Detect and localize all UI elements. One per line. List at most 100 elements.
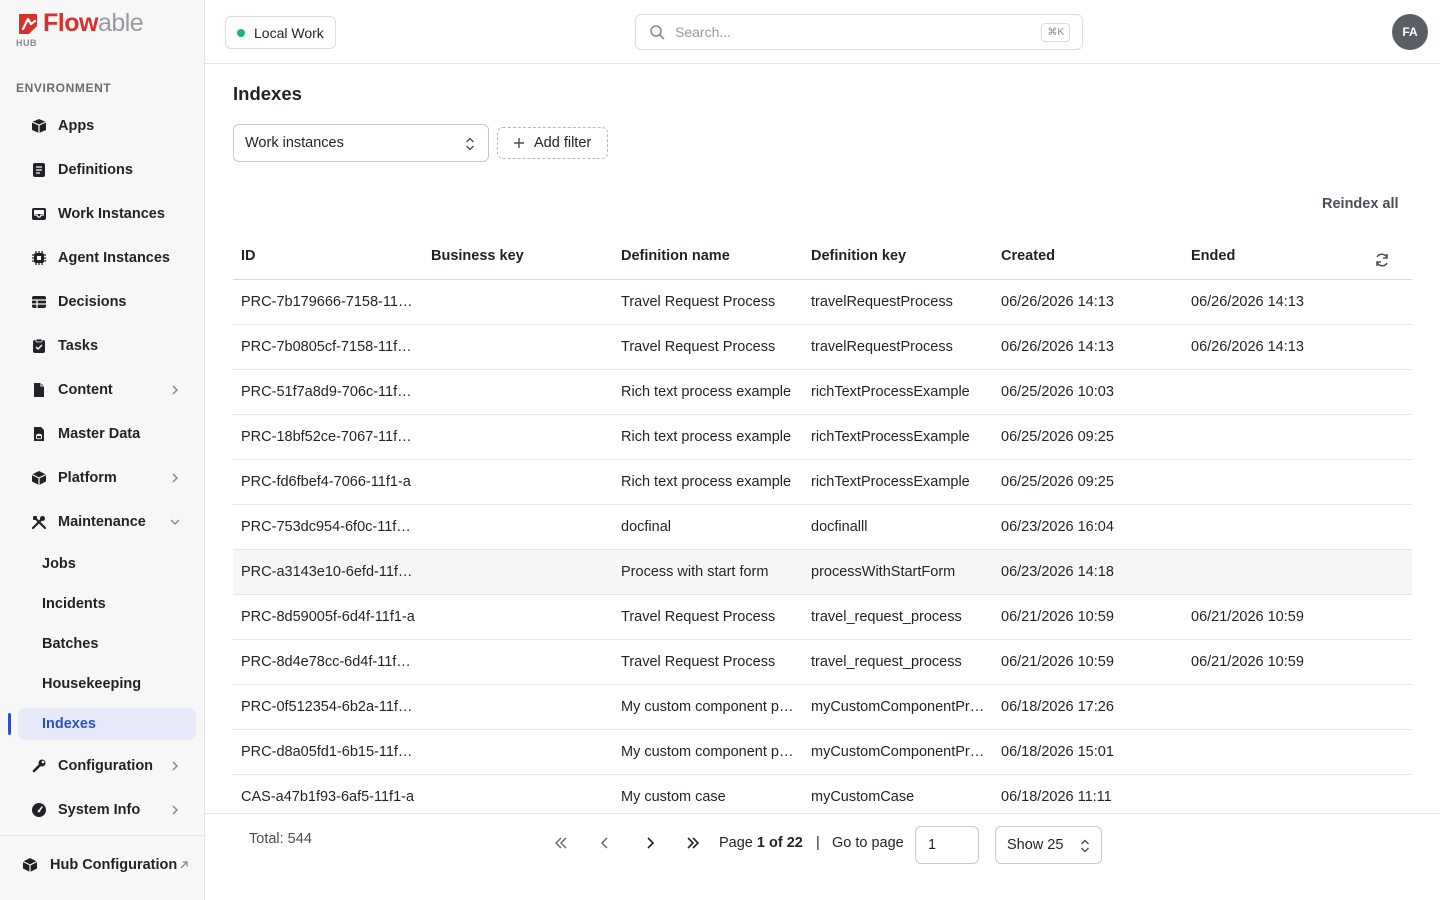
cell-definition-key: myCustomComponentProcess — [803, 729, 993, 775]
sidebar-subitem-label: Indexes — [42, 716, 96, 732]
database-doc-icon — [31, 426, 47, 442]
sidebar-item-label: Agent Instances — [58, 250, 170, 266]
table-row[interactable]: PRC-0f512354-6b2a-11f1-a My custom compon… — [233, 684, 1412, 730]
cell-business-key — [423, 549, 613, 595]
last-page-button[interactable] — [682, 833, 704, 853]
sidebar-item-configuration[interactable]: Configuration — [18, 749, 196, 783]
index-type-select[interactable]: Work instances — [233, 124, 489, 162]
table-row[interactable]: PRC-51f7a8d9-706c-11f1-a Rich text proces… — [233, 369, 1412, 415]
chevrons-right-icon — [687, 837, 700, 849]
sidebar-item-system-info[interactable]: System Info — [18, 793, 196, 827]
table-row[interactable]: PRC-fd6fbef4-7066-11f1-a Rich text proces… — [233, 459, 1412, 505]
environment-selector[interactable]: Local Work — [225, 16, 336, 49]
sidebar-subitem-jobs[interactable]: Jobs — [18, 548, 196, 580]
cell-created: 06/26/2026 14:13 — [993, 279, 1183, 325]
table-row[interactable]: PRC-d8a05fd1-6b15-11f1-a My custom compon… — [233, 729, 1412, 775]
table-row[interactable]: PRC-a3143e10-6efd-11f1-a Process with sta… — [233, 549, 1412, 595]
sidebar-subitem-indexes[interactable]: Indexes — [18, 708, 196, 740]
cell-business-key — [423, 774, 613, 813]
table-row[interactable]: CAS-a47b1f93-6af5-11f1-a My custom case my… — [233, 774, 1412, 813]
column-header-created[interactable]: Created — [993, 234, 1183, 280]
flowable-logo[interactable]: Flowable — [16, 10, 144, 36]
hub-configuration-link[interactable]: Hub Configuration — [8, 848, 198, 882]
cell-ended — [1183, 504, 1412, 550]
column-header-id[interactable]: ID — [233, 234, 423, 280]
cell-created: 06/26/2026 14:13 — [993, 324, 1183, 370]
first-page-button[interactable] — [550, 833, 572, 853]
cell-created: 06/18/2026 11:11 — [993, 774, 1183, 813]
cell-created: 06/18/2026 17:26 — [993, 684, 1183, 730]
table-row[interactable]: PRC-7b0805cf-7158-11f1-a Travel Request P… — [233, 324, 1412, 370]
search-input[interactable] — [675, 24, 1015, 40]
sidebar-subitem-label: Incidents — [42, 596, 106, 612]
cell-definition-key: myCustomCase — [803, 774, 993, 813]
cell-definition-name: Rich text process example — [613, 459, 803, 505]
table-row[interactable]: PRC-8d59005f-6d4f-11f1-a Travel Request P… — [233, 594, 1412, 640]
cell-business-key — [423, 504, 613, 550]
sidebar-item-platform[interactable]: Platform — [18, 461, 196, 495]
sidebar-item-label: System Info — [58, 802, 141, 818]
external-link-icon — [180, 861, 188, 869]
user-avatar[interactable]: FA — [1392, 14, 1428, 50]
cell-definition-key: travelRequestProcess — [803, 324, 993, 370]
cell-definition-name: Process with start form — [613, 549, 803, 595]
chip-icon — [31, 250, 47, 266]
sidebar-item-definitions[interactable]: Definitions — [18, 153, 196, 187]
top-bar: Local Work ⌘K FA — [205, 0, 1440, 64]
column-header-definition-name[interactable]: Definition name — [613, 234, 803, 280]
sidebar-item-content[interactable]: Content — [18, 373, 196, 407]
column-header-business-key[interactable]: Business key — [423, 234, 613, 280]
sidebar-divider — [0, 835, 204, 836]
sidebar-subitem-housekeeping[interactable]: Housekeeping — [18, 668, 196, 700]
table-row[interactable]: PRC-8d4e78cc-6d4f-11f1-a Travel Request P… — [233, 639, 1412, 685]
apps-icon — [31, 118, 47, 134]
cell-definition-name: Travel Request Process — [613, 639, 803, 685]
cell-definition-key: travel_request_process — [803, 639, 993, 685]
column-header-ended-label[interactable]: Ended — [1191, 248, 1235, 264]
sidebar-item-apps[interactable]: Apps — [18, 109, 196, 143]
cell-definition-name: My custom case — [613, 774, 803, 813]
cell-business-key — [423, 369, 613, 415]
cell-id: PRC-8d59005f-6d4f-11f1-a — [233, 594, 423, 640]
sidebar-item-label: Tasks — [58, 338, 99, 354]
global-search[interactable]: ⌘K — [635, 14, 1083, 50]
cell-id: PRC-7b179666-7158-11f1-a — [233, 279, 423, 325]
previous-page-button[interactable] — [594, 833, 616, 853]
sidebar-item-maintenance[interactable]: Maintenance — [18, 505, 196, 539]
column-header-definition-key[interactable]: Definition key — [803, 234, 993, 280]
cell-business-key — [423, 729, 613, 775]
page-current: 1 of 22 — [756, 835, 803, 851]
sidebar-item-label: Maintenance — [58, 514, 146, 530]
sidebar-item-work-instances[interactable]: Work Instances — [18, 197, 196, 231]
index-type-value: Work instances — [245, 135, 344, 151]
sidebar-item-agent-instances[interactable]: Agent Instances — [18, 241, 196, 275]
cell-definition-name: Rich text process example — [613, 369, 803, 415]
table-row[interactable]: PRC-753dc954-6f0c-11f1-a docfinal docfinal… — [233, 504, 1412, 550]
add-filter-button[interactable]: Add filter — [497, 127, 608, 159]
indexes-table: ID Business key Definition name Definiti… — [233, 234, 1412, 813]
cell-business-key — [423, 594, 613, 640]
goto-page-input[interactable] — [915, 826, 979, 864]
cell-id: PRC-18bf52ce-7067-11f1-a — [233, 414, 423, 460]
column-header-ended: Ended — [1183, 234, 1412, 280]
sidebar-subitem-batches[interactable]: Batches — [18, 628, 196, 660]
next-page-button[interactable] — [639, 833, 661, 853]
table-row[interactable]: PRC-7b179666-7158-11f1-a Travel Request P… — [233, 279, 1412, 325]
cell-business-key — [423, 684, 613, 730]
sidebar-item-decisions[interactable]: Decisions — [18, 285, 196, 319]
search-shortcut-hint: ⌘K — [1041, 23, 1070, 42]
sidebar-item-tasks[interactable]: Tasks — [18, 329, 196, 363]
cell-business-key — [423, 459, 613, 505]
reindex-all-button[interactable]: Reindex all — [1322, 196, 1399, 212]
cell-definition-name: Travel Request Process — [613, 279, 803, 325]
table-row[interactable]: PRC-18bf52ce-7067-11f1-a Rich text proces… — [233, 414, 1412, 460]
cell-definition-name: My custom component process — [613, 684, 803, 730]
refresh-icon[interactable] — [1374, 252, 1390, 268]
page-size-select[interactable]: Show 25 — [995, 826, 1102, 864]
sidebar-item-master-data[interactable]: Master Data — [18, 417, 196, 451]
tools-icon — [31, 514, 47, 530]
sidebar-subitem-incidents[interactable]: Incidents — [18, 588, 196, 620]
cell-id: PRC-51f7a8d9-706c-11f1-a — [233, 369, 423, 415]
goto-page-label: Go to page — [832, 835, 904, 851]
cell-ended — [1183, 414, 1412, 460]
